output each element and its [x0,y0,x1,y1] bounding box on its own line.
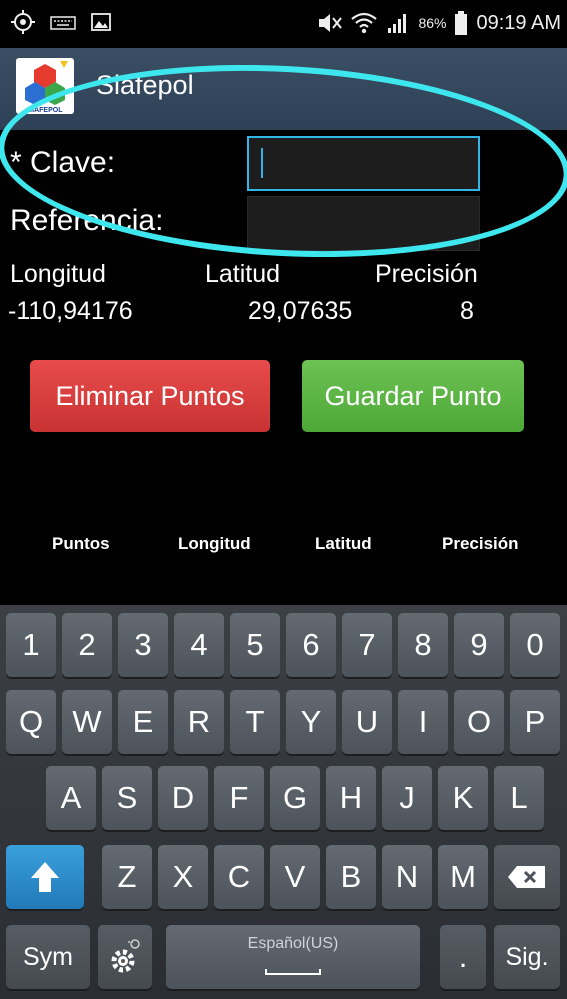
key-y[interactable]: Y [286,690,336,754]
key-3[interactable]: 3 [118,613,168,677]
shift-key[interactable] [6,845,84,909]
key-0[interactable]: 0 [510,613,560,677]
keyboard-icon [50,16,76,30]
gps-icon [11,10,35,34]
key-g[interactable]: G [270,766,320,830]
key-p[interactable]: P [510,690,560,754]
key-s[interactable]: S [102,766,152,830]
battery-percent: 86% [418,15,447,31]
key-d[interactable]: D [158,766,208,830]
action-bar [0,48,567,130]
key-u[interactable]: U [342,690,392,754]
key-j[interactable]: J [382,766,432,830]
key-v[interactable]: V [270,845,320,909]
key-2[interactable]: 2 [62,613,112,677]
mute-icon [319,14,343,32]
key-r[interactable]: R [174,690,224,754]
app-logo[interactable]: SIAFEPOL [16,58,74,114]
gear-icon [111,939,140,973]
key-4[interactable]: 4 [174,613,224,677]
shift-arrow-icon [31,862,59,892]
delete-points-button[interactable]: Eliminar Puntos [30,360,270,432]
period-key[interactable]: . [440,925,486,989]
key-b[interactable]: B [326,845,376,909]
key-8[interactable]: 8 [398,613,448,677]
clave-label: * Clave: [10,146,116,179]
next-key[interactable]: Sig. [494,925,560,989]
key-h[interactable]: H [326,766,376,830]
space-bar-icon [265,969,321,975]
key-o[interactable]: O [454,690,504,754]
key-f[interactable]: F [214,766,264,830]
image-icon [91,13,111,31]
save-point-button[interactable]: Guardar Punto [302,360,524,432]
referencia-label: Referencia: [10,204,164,237]
table-header-latitud: Latitud [315,534,372,553]
table-header-longitud: Longitud [178,534,251,553]
key-a[interactable]: A [46,766,96,830]
longitud-value: -110,94176 [8,297,133,325]
latitud-header: Latitud [205,260,281,288]
text-cursor [261,148,263,178]
app-logo-icon: SIAFEPOL [25,61,68,114]
table-header-precision: Precisión [442,534,519,553]
precision-value: 8 [460,297,474,325]
key-1[interactable]: 1 [6,613,56,677]
table-header-puntos: Puntos [52,534,110,553]
svg-text:SIAFEPOL: SIAFEPOL [27,107,63,114]
space-key[interactable]: Español(US) [166,925,420,989]
key-9[interactable]: 9 [454,613,504,677]
wifi-icon [351,12,378,34]
key-q[interactable]: Q [6,690,56,754]
latitud-value: 29,07635 [248,297,353,325]
precision-header: Precisión [375,260,478,288]
backspace-key[interactable] [494,845,560,909]
status-bar: 86% 09:19 AM [0,0,567,48]
longitud-header: Longitud [10,260,106,288]
key-i[interactable]: I [398,690,448,754]
key-e[interactable]: E [118,690,168,754]
key-n[interactable]: N [382,845,432,909]
key-k[interactable]: K [438,766,488,830]
referencia-input[interactable] [247,196,480,251]
battery-icon [455,11,468,35]
space-language-label: Español(US) [247,935,339,952]
key-z[interactable]: Z [102,845,152,909]
key-m[interactable]: M [438,845,488,909]
key-l[interactable]: L [494,766,544,830]
key-6[interactable]: 6 [286,613,336,677]
clock: 09:19 AM [476,11,561,34]
key-7[interactable]: 7 [342,613,392,677]
key-w[interactable]: W [62,690,112,754]
key-x[interactable]: X [158,845,208,909]
signal-icon [388,14,407,33]
key-t[interactable]: T [230,690,280,754]
sym-key[interactable]: Sym [6,925,90,989]
app-title: Siafepol [96,70,194,100]
key-c[interactable]: C [214,845,264,909]
clave-input[interactable] [247,136,480,191]
key-5[interactable]: 5 [230,613,280,677]
backspace-icon [508,866,545,888]
settings-key[interactable] [98,925,152,989]
